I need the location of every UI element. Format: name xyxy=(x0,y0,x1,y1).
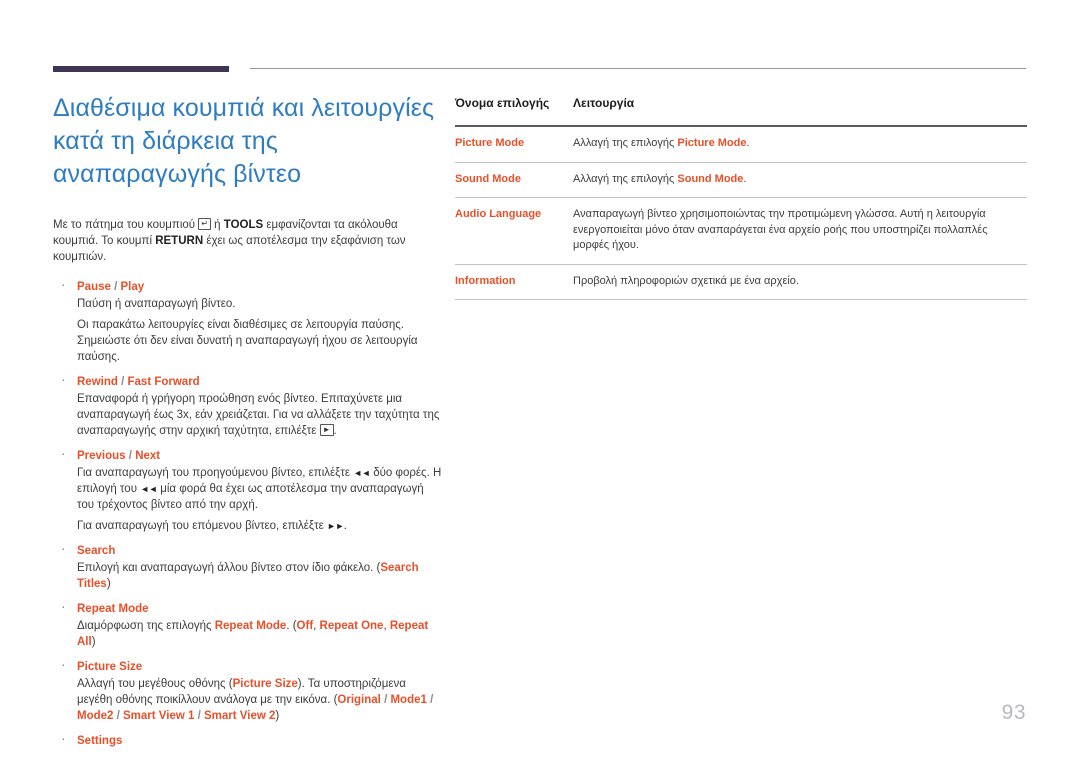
cell-option-name: Audio Language xyxy=(455,197,573,265)
cell-option-desc: Αλλαγή της επιλογής Picture Mode. xyxy=(573,126,1027,163)
intro-text-part2: ή xyxy=(210,219,224,231)
bullet-body-line2: Για αναπαραγωγή του επόμενου βίντεο, επι… xyxy=(77,518,443,534)
page-title: Διαθέσιμα κουμπιά και λειτουργίες κατά τ… xyxy=(53,94,435,188)
label-picture-size: Picture Size xyxy=(77,661,143,673)
bullet-body-line2: Οι παρακάτω λειτουργίες είναι διαθέσιμες… xyxy=(77,319,418,363)
text-post: ) xyxy=(106,578,111,590)
text-sep2: / xyxy=(426,694,434,706)
column-header-name: Όνομα επιλογής xyxy=(455,96,550,110)
bullet-body-text-pre: Επαναφορά ή γρήγορη προώθηση ενός βίντεο… xyxy=(77,393,440,437)
page-content: Διαθέσιμα κουμπιά και λειτουργίες κατά τ… xyxy=(0,0,1080,763)
enter-key-icon: ↵ xyxy=(198,218,211,230)
intro-paragraph: Με το πάτημα του κουμπιού ↵ ή TOOLS εμφα… xyxy=(53,217,443,265)
text-pre: Διαμόρφωση της επιλογής xyxy=(77,620,215,632)
button-function-list: Pause / Play Παύση ή αναπαραγωγή βίντεο.… xyxy=(53,276,443,749)
label-next: Next xyxy=(135,450,161,462)
table-row: Picture Mode Αλλαγή της επιλογής Picture… xyxy=(455,126,1027,163)
text-sep3: / xyxy=(113,710,124,722)
label-separator: / xyxy=(114,281,118,293)
label-mode2: Mode2 xyxy=(77,710,114,722)
text-pre: Αλλαγή του μεγέθους οθόνης ( xyxy=(77,678,233,690)
tools-button-label: TOOLS xyxy=(223,219,264,231)
label-picture-mode: Picture Mode xyxy=(677,137,747,149)
next-track-icon: ►► xyxy=(326,521,344,531)
label-off: Off xyxy=(296,620,314,632)
table-row: Audio Language Αναπαραγωγή βίντεο χρησιμ… xyxy=(455,197,1027,265)
label-previous: Previous xyxy=(77,450,126,462)
options-table: Όνομα επιλογής Λειτουργία Picture Mode Α… xyxy=(455,96,1027,300)
bullet-body-line1: Για αναπαραγωγή του προηγούμενου βίντεο,… xyxy=(77,465,443,513)
table-row: Information Προβολή πληροφοριών σχετικά … xyxy=(455,264,1027,300)
play-key-icon: ► xyxy=(319,424,334,436)
cell-option-desc: Αλλαγή της επιλογής Sound Mode. xyxy=(573,162,1027,198)
bullet-heading: Settings xyxy=(77,733,443,749)
bullet-body: Διαμόρφωση της επιλογής Repeat Mode. (Of… xyxy=(77,618,443,650)
bullet-heading: Search xyxy=(77,543,443,559)
left-column: Διαθέσιμα κουμπιά και λειτουργίες κατά τ… xyxy=(53,92,443,758)
bullet-body: Αλλαγή του μεγέθους οθόνης (Picture Size… xyxy=(77,676,443,724)
list-item-previous-next: Previous / Next Για αναπαραγωγή του προη… xyxy=(53,445,443,534)
desc-post: . xyxy=(746,137,750,149)
text-post: . xyxy=(343,520,347,532)
cell-option-name: Information xyxy=(455,264,573,300)
text-post: ) xyxy=(275,710,280,722)
intro-text-part1: Με το πάτημα του κουμπιού xyxy=(53,219,199,231)
label-fast-forward: Fast Forward xyxy=(127,376,200,388)
bullet-heading: Repeat Mode xyxy=(77,601,443,617)
text-sep4: / xyxy=(194,710,204,722)
label-original: Original xyxy=(337,694,381,706)
label-search: Search xyxy=(77,545,116,557)
label-mode1: Mode1 xyxy=(390,694,427,706)
desc-pre: Αλλαγή της επιλογής xyxy=(573,137,678,149)
bullet-body-text-post: . xyxy=(333,425,337,437)
list-item-settings: Settings xyxy=(53,730,443,749)
label-pause: Pause xyxy=(77,281,111,293)
label-repeat-one: Repeat One xyxy=(319,620,384,632)
cell-option-desc: Προβολή πληροφοριών σχετικά με ένα αρχεί… xyxy=(573,264,1027,300)
label-separator: / xyxy=(121,376,125,388)
bullet-body: Επιλογή και αναπαραγωγή άλλου βίντεο στο… xyxy=(77,560,443,592)
bullet-heading: Rewind / Fast Forward xyxy=(77,374,443,390)
page-number: 93 xyxy=(1001,701,1026,724)
label-smart-view-2: Smart View 2 xyxy=(204,710,276,722)
text-pre: Για αναπαραγωγή του προηγούμενου βίντεο,… xyxy=(77,467,354,479)
table-row: Sound Mode Αλλαγή της επιλογής Sound Mod… xyxy=(455,162,1027,198)
label-separator: / xyxy=(128,450,132,462)
list-item-rewind-fastforward: Rewind / Fast Forward Επαναφορά ή γρήγορ… xyxy=(53,371,443,439)
list-item-search: Search Επιλογή και αναπαραγωγή άλλου βίν… xyxy=(53,540,443,592)
previous-track-icon: ◄◄ xyxy=(353,468,371,478)
cell-option-desc: Αναπαραγωγή βίντεο χρησιμοποιώντας την π… xyxy=(573,197,1027,265)
text-mid1: . ( xyxy=(286,620,297,632)
list-item-picture-size: Picture Size Αλλαγή του μεγέθους οθόνης … xyxy=(53,656,443,724)
desc-pre: Αλλαγή της επιλογής xyxy=(573,172,678,185)
list-item-pause-play: Pause / Play Παύση ή αναπαραγωγή βίντεο.… xyxy=(53,276,443,365)
column-header-function: Λειτουργία xyxy=(573,96,635,110)
table-head: Όνομα επιλογής Λειτουργία xyxy=(455,96,1027,126)
previous-track-icon: ◄◄ xyxy=(140,484,158,494)
label-settings: Settings xyxy=(77,735,123,747)
table-header-row: Όνομα επιλογής Λειτουργία xyxy=(455,96,1027,126)
label-play: Play xyxy=(120,281,145,293)
cell-option-name: Picture Mode xyxy=(455,126,573,163)
label-picture-size-option: Picture Size xyxy=(232,678,298,690)
label-repeat-mode-option: Repeat Mode xyxy=(214,620,287,632)
table-body: Picture Mode Αλλαγή της επιλογής Picture… xyxy=(455,126,1027,300)
text-pre: Για αναπαραγωγή του επόμενου βίντεο, επι… xyxy=(77,520,327,532)
label-sound-mode: Sound Mode xyxy=(677,172,744,185)
bullet-heading: Previous / Next xyxy=(77,448,443,464)
bullet-heading: Pause / Play xyxy=(77,279,443,295)
list-item-repeat-mode: Repeat Mode Διαμόρφωση της επιλογής Repe… xyxy=(53,598,443,650)
bullet-heading: Picture Size xyxy=(77,659,443,675)
return-button-label: RETURN xyxy=(155,235,204,247)
label-smart-view-1: Smart View 1 xyxy=(123,710,195,722)
bullet-body-line1: Παύση ή αναπαραγωγή βίντεο. xyxy=(77,298,236,310)
bullet-body: Επαναφορά ή γρήγορη προώθηση ενός βίντεο… xyxy=(77,391,443,439)
label-repeat-mode: Repeat Mode xyxy=(77,603,149,615)
cell-option-name: Sound Mode xyxy=(455,162,573,198)
right-column: Όνομα επιλογής Λειτουργία Picture Mode Α… xyxy=(455,96,1027,300)
label-rewind: Rewind xyxy=(77,376,118,388)
desc-post: . xyxy=(743,172,747,185)
text-pre: Επιλογή και αναπαραγωγή άλλου βίντεο στο… xyxy=(77,562,381,574)
text-post: ) xyxy=(91,636,96,648)
